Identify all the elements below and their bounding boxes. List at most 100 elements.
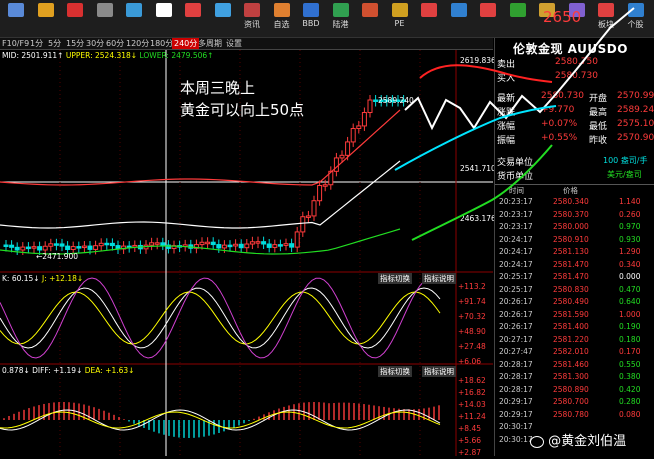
candle-body bbox=[25, 246, 31, 250]
tick-row[interactable]: 20:26:17 2580.490 0.640 bbox=[495, 296, 654, 307]
toolbar-icon bbox=[303, 3, 319, 17]
candle-body bbox=[373, 99, 379, 102]
candle-body bbox=[333, 157, 339, 172]
candle-body bbox=[233, 243, 239, 247]
tick-row[interactable]: 20:27:17 2581.220 0.180 bbox=[495, 334, 654, 345]
toolbar-icon bbox=[480, 3, 496, 17]
tick-row[interactable]: 20:23:17 2580.340 1.140 bbox=[495, 196, 654, 207]
candle-body bbox=[266, 243, 272, 248]
toolbar-button-8[interactable]: 资讯 bbox=[238, 2, 266, 34]
kdj-axis-label: +48.90 bbox=[458, 327, 486, 336]
candle-body bbox=[31, 246, 37, 249]
kdj-axis-label: +6.06 bbox=[458, 357, 481, 366]
candle-body bbox=[109, 242, 115, 247]
kdj-axis-label: +91.74 bbox=[458, 297, 486, 306]
toolbar-button-11[interactable]: 陆港 bbox=[327, 2, 355, 34]
candle-body bbox=[367, 99, 373, 114]
tick-row[interactable]: 20:23:17 2580.000 0.970 bbox=[495, 221, 654, 232]
toolbar-button-15[interactable] bbox=[445, 2, 473, 34]
tab-9[interactable]: 多周期 bbox=[196, 38, 224, 49]
candle-body bbox=[216, 244, 222, 249]
tick-row[interactable]: 20:27:47 2582.010 0.170 bbox=[495, 346, 654, 357]
quote-row: 涨幅 +0.07% 最低 2575.10 bbox=[497, 119, 654, 132]
macd-axis-label: +11.24 bbox=[458, 412, 486, 421]
macd-help-button[interactable]: 指标说明 bbox=[422, 366, 456, 377]
toolbar-button-13[interactable]: PE bbox=[386, 2, 414, 34]
candle-body bbox=[205, 241, 211, 245]
candle-body bbox=[227, 244, 233, 248]
tab-4[interactable]: 30分 bbox=[84, 38, 106, 49]
tab-0[interactable]: F10/F9 bbox=[0, 38, 31, 49]
tick-row[interactable]: 20:23:17 2580.370 0.260 bbox=[495, 209, 654, 220]
kline-chart-area[interactable]: MID: 2501.911↑ UPPER: 2524.318↓ LOWER: 2… bbox=[0, 50, 496, 457]
tick-row[interactable]: 20:24:17 2580.910 0.930 bbox=[495, 234, 654, 245]
candle-body bbox=[160, 242, 166, 246]
tick-row[interactable]: 20:24:17 2581.470 0.340 bbox=[495, 259, 654, 270]
candle-body bbox=[98, 242, 104, 247]
macd-axis-label: +5.66 bbox=[458, 436, 481, 445]
tab-5[interactable]: 60分 bbox=[104, 38, 126, 49]
toolbar-button-3[interactable] bbox=[91, 2, 119, 34]
toolbar-button-2[interactable] bbox=[61, 2, 89, 34]
candle-body bbox=[53, 243, 59, 246]
macd-switch-button[interactable]: 指标切换 bbox=[378, 366, 412, 377]
tick-row[interactable]: 20:24:17 2581.130 1.290 bbox=[495, 246, 654, 257]
toolbar-button-label: BBD bbox=[302, 19, 320, 28]
toolbar-icon bbox=[185, 3, 201, 17]
toolbar-button-6[interactable] bbox=[179, 2, 207, 34]
indicator-switch-button[interactable]: 指标切换 bbox=[378, 273, 412, 284]
tick-row[interactable]: 20:25:17 2580.830 0.470 bbox=[495, 284, 654, 295]
toolbar-button-5[interactable] bbox=[150, 2, 178, 34]
toolbar-button-9[interactable]: 自选 bbox=[268, 2, 296, 34]
tab-1[interactable]: 1分 bbox=[28, 38, 45, 49]
quote-panel: 伦敦金现 AUUSDO 卖出 2580.750 买入 2580.730 最新 25… bbox=[494, 38, 654, 456]
high-price-label: 2589.240 bbox=[378, 96, 414, 105]
toolbar-icon bbox=[598, 3, 614, 17]
tick-row[interactable]: 20:28:17 2580.890 0.420 bbox=[495, 384, 654, 395]
toolbar-icon bbox=[332, 3, 349, 17]
toolbar-button-7[interactable] bbox=[209, 2, 237, 34]
toolbar-button-0[interactable] bbox=[2, 2, 30, 34]
boll-upper-line bbox=[0, 109, 401, 186]
toolbar-button-label: 资讯 bbox=[244, 20, 260, 29]
macd-header: 0.878↓ DIFF: +1.19↓ DEA: +1.63↓ bbox=[2, 366, 135, 375]
toolbar-button-label: 个股 bbox=[627, 20, 644, 29]
toolbar-icon bbox=[362, 3, 378, 17]
candle-body bbox=[3, 244, 9, 247]
weibo-icon bbox=[530, 435, 544, 448]
tick-row[interactable]: 20:29:17 2580.780 0.080 bbox=[495, 409, 654, 420]
tick-row[interactable]: 20:29:17 2580.700 0.280 bbox=[495, 396, 654, 407]
tab-3[interactable]: 15分 bbox=[64, 38, 86, 49]
toolbar-button-label: 自选 bbox=[273, 20, 290, 29]
axis-label-top: 2619.836 bbox=[460, 56, 496, 65]
candle-body bbox=[65, 245, 71, 250]
tick-row[interactable]: 20:28:17 2581.300 0.380 bbox=[495, 371, 654, 382]
indicator-help-button[interactable]: 指标说明 bbox=[422, 273, 456, 284]
toolbar-button-21[interactable]: 个股 bbox=[622, 2, 650, 34]
ticks-header: 时间 价格 bbox=[495, 184, 654, 196]
toolbar-button-14[interactable] bbox=[415, 2, 443, 34]
tab-10[interactable]: 设置 bbox=[224, 38, 244, 49]
tick-row[interactable]: 20:28:17 2581.460 0.550 bbox=[495, 359, 654, 370]
toolbar-button-10[interactable]: BBD bbox=[297, 2, 325, 34]
toolbar-icon bbox=[450, 3, 467, 17]
watermark: @黄金刘伯温 bbox=[530, 430, 626, 449]
toolbar-button-4[interactable] bbox=[120, 2, 148, 34]
toolbar-button-16[interactable] bbox=[474, 2, 502, 34]
candle-body bbox=[199, 241, 205, 246]
tick-row[interactable]: 20:25:17 2581.470 0.000 bbox=[495, 271, 654, 282]
tab-2[interactable]: 5分 bbox=[46, 38, 63, 49]
toolbar-icon bbox=[96, 3, 113, 17]
tick-row[interactable]: 20:26:17 2581.400 0.190 bbox=[495, 321, 654, 332]
toolbar-button-17[interactable] bbox=[504, 2, 532, 34]
candle-body bbox=[76, 246, 82, 249]
toolbar-icon bbox=[8, 3, 24, 17]
tick-row[interactable]: 20:26:17 2581.590 1.000 bbox=[495, 309, 654, 320]
kdj-axis-label: +27.48 bbox=[458, 342, 486, 351]
candle-body bbox=[277, 244, 283, 247]
toolbar-button-20[interactable]: 板块 bbox=[592, 2, 620, 34]
toolbar-icon bbox=[244, 3, 260, 17]
toolbar-button-1[interactable] bbox=[32, 2, 60, 34]
toolbar-icon bbox=[421, 3, 437, 17]
toolbar-button-12[interactable] bbox=[356, 2, 384, 34]
